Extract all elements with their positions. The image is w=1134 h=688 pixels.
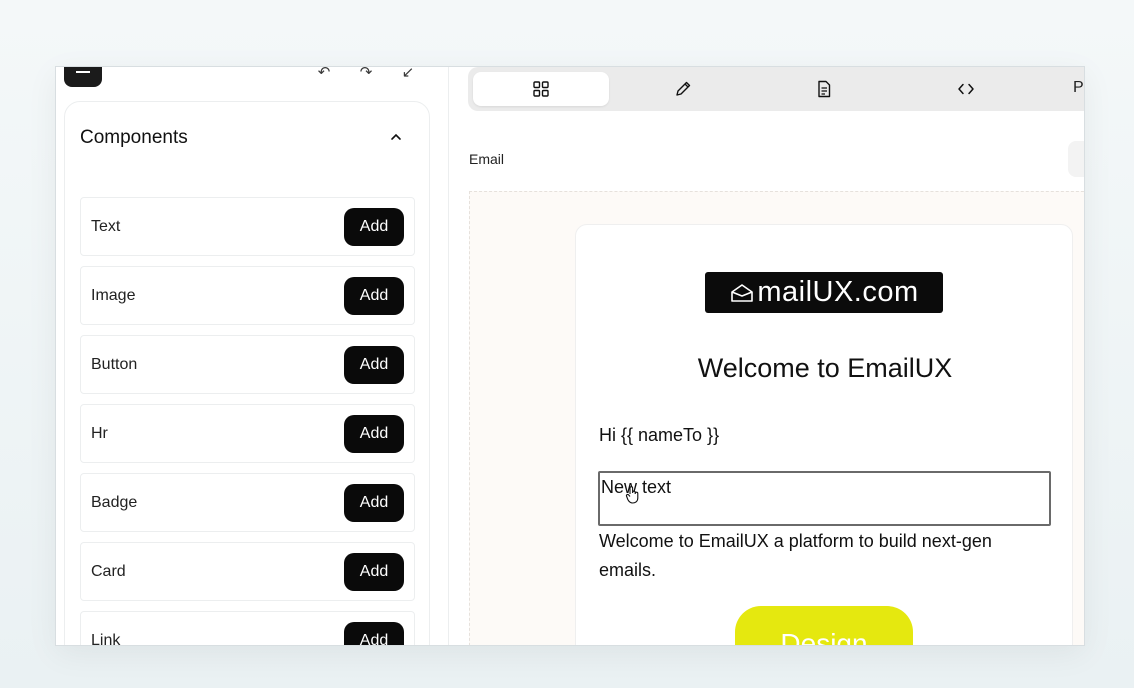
collapse-arrow-icon[interactable]: ↙ — [398, 67, 418, 81]
email-cta-button[interactable]: Design — [735, 606, 913, 645]
component-item-hr: Hr Add — [80, 404, 415, 463]
undo-icon[interactable]: ↶ — [314, 67, 334, 81]
component-item-badge: Badge Add — [80, 473, 415, 532]
menu-icon — [76, 71, 90, 73]
component-label: Image — [91, 286, 136, 304]
add-hr-button[interactable]: Add — [344, 414, 404, 453]
component-label: Badge — [91, 493, 138, 511]
component-label: Button — [91, 355, 138, 373]
email-greeting[interactable]: Hi {{ nameTo }} — [599, 425, 719, 446]
email-body-text[interactable]: Welcome to EmailUX a platform to build n… — [599, 527, 1049, 585]
component-item-card: Card Add — [80, 542, 415, 601]
email-preview: mailUX.com Welcome to EmailUX Hi {{ name… — [575, 224, 1074, 645]
tab-document[interactable] — [756, 72, 892, 106]
pencil-icon — [676, 81, 691, 96]
section-label: Email — [469, 151, 505, 167]
email-logo[interactable]: mailUX.com — [705, 272, 943, 313]
component-label: Text — [91, 217, 121, 235]
component-item-text: Text Add — [80, 197, 415, 256]
component-item-link: Link Add — [80, 611, 415, 646]
tab-edit[interactable] — [615, 72, 751, 106]
hand-cursor-icon — [625, 486, 639, 504]
view-toolbar: P — [468, 67, 1084, 111]
tab-preview-label[interactable]: P — [1073, 79, 1084, 97]
add-badge-button[interactable]: Add — [344, 483, 404, 522]
component-label: Hr — [91, 424, 108, 442]
add-button-button[interactable]: Add — [344, 345, 404, 384]
app-window: ↶ ↷ ↙ Components Text Add Image Add Butt… — [55, 66, 1085, 646]
email-heading[interactable]: Welcome to EmailUX — [576, 353, 1074, 384]
components-title: Components — [80, 127, 188, 148]
chevron-up-icon[interactable] — [389, 130, 403, 144]
component-label: Link — [91, 631, 121, 646]
logo-text: mailUX.com — [757, 276, 919, 308]
envelope-icon — [731, 283, 754, 302]
component-item-button: Button Add — [80, 335, 415, 394]
add-text-button[interactable]: Add — [344, 207, 404, 246]
tab-code[interactable] — [898, 72, 1034, 106]
tab-blocks[interactable] — [473, 72, 609, 106]
components-list: Text Add Image Add Button Add Hr Add Bad… — [80, 197, 415, 646]
grid-icon — [533, 81, 549, 97]
left-panel: ↶ ↷ ↙ Components Text Add Image Add Butt… — [56, 67, 448, 646]
selected-text-block[interactable]: New text — [598, 471, 1051, 526]
settings-button[interactable] — [1068, 141, 1084, 177]
add-link-button[interactable]: Add — [344, 621, 404, 645]
document-icon — [818, 80, 831, 98]
components-panel: Components Text Add Image Add Button Add — [64, 101, 430, 646]
add-image-button[interactable]: Add — [344, 276, 404, 315]
add-card-button[interactable]: Add — [344, 552, 404, 591]
code-icon — [958, 83, 974, 95]
redo-icon[interactable]: ↷ — [356, 67, 376, 81]
history-controls: ↶ ↷ ↙ — [314, 67, 418, 81]
component-label: Card — [91, 562, 126, 580]
panel-divider — [448, 67, 449, 645]
menu-button[interactable] — [64, 67, 102, 87]
component-item-image: Image Add — [80, 266, 415, 325]
